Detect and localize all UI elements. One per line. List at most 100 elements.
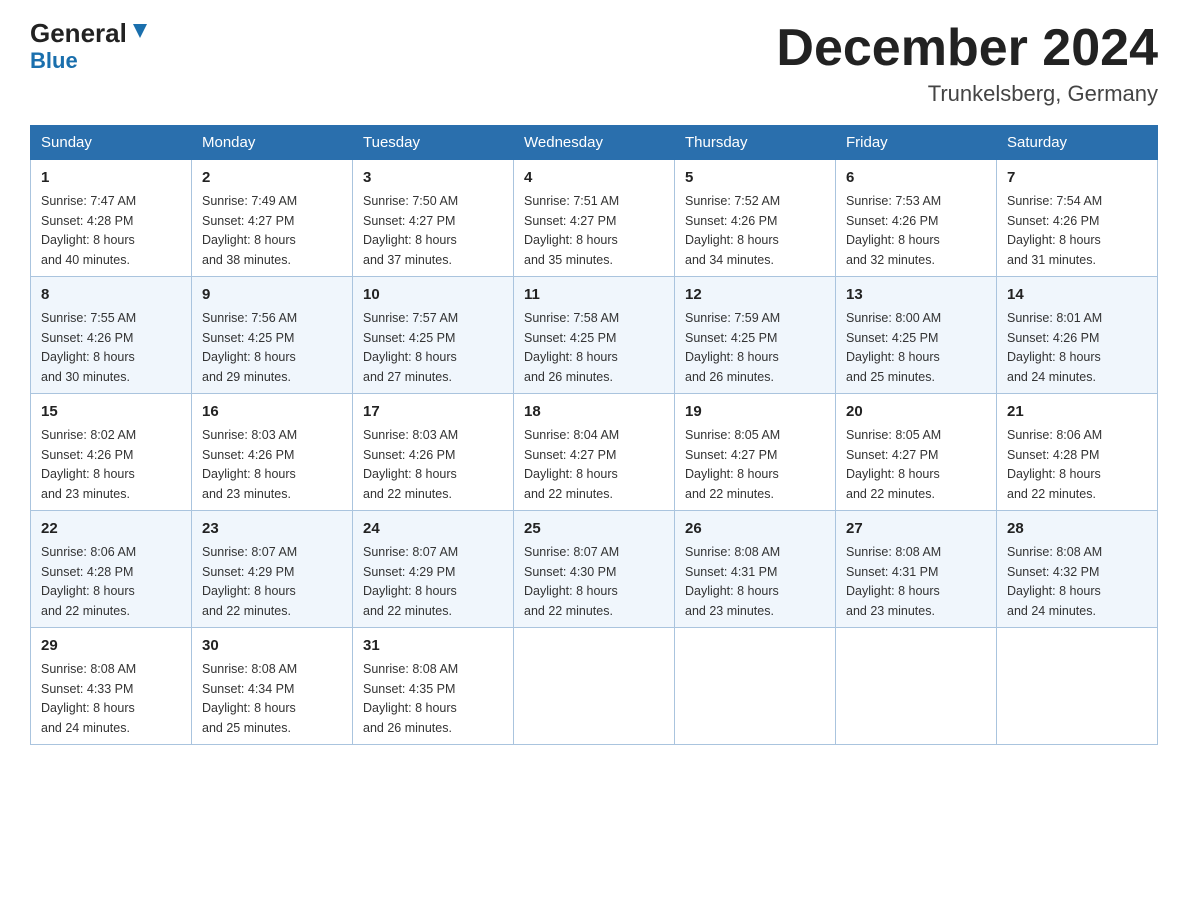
calendar-cell: 27 Sunrise: 8:08 AMSunset: 4:31 PMDayligh… [836,511,997,628]
day-sun-info: Sunrise: 8:06 AMSunset: 4:28 PMDaylight:… [1007,428,1102,501]
logo-general: General [30,20,127,46]
day-sun-info: Sunrise: 7:51 AMSunset: 4:27 PMDaylight:… [524,194,619,267]
day-number: 1 [41,167,181,189]
day-sun-info: Sunrise: 8:06 AMSunset: 4:28 PMDaylight:… [41,545,136,618]
day-of-week-sunday: Sunday [31,126,192,160]
calendar-cell: 20Sunrise: 8:05 AMSunset: 4:27 PMDayligh… [836,394,997,511]
calendar-cell: 22 Sunrise: 8:06 AMSunset: 4:28 PMDayligh… [31,511,192,628]
day-number: 3 [363,167,503,189]
day-number: 8 [41,284,181,306]
calendar-cell [997,628,1158,745]
day-sun-info: Sunrise: 7:54 AMSunset: 4:26 PMDaylight:… [1007,194,1102,267]
day-of-week-monday: Monday [192,126,353,160]
day-number: 4 [524,167,664,189]
day-sun-info: Sunrise: 8:08 AMSunset: 4:35 PMDaylight:… [363,662,458,735]
day-number: 17 [363,401,503,423]
calendar-title-block: December 2024 Trunkelsberg, Germany [776,20,1158,107]
calendar-cell: 3Sunrise: 7:50 AMSunset: 4:27 PMDaylight… [353,160,514,277]
logo-triangle-icon [129,20,151,42]
day-of-week-wednesday: Wednesday [514,126,675,160]
day-sun-info: Sunrise: 8:01 AMSunset: 4:26 PMDaylight:… [1007,311,1102,384]
day-sun-info: Sunrise: 8:04 AMSunset: 4:27 PMDaylight:… [524,428,619,501]
calendar-cell: 4 Sunrise: 7:51 AMSunset: 4:27 PMDaylight… [514,160,675,277]
day-of-week-tuesday: Tuesday [353,126,514,160]
days-of-week-row: SundayMondayTuesdayWednesdayThursdayFrid… [31,126,1158,160]
calendar-cell [836,628,997,745]
day-number: 14 [1007,284,1147,306]
calendar-cell: 24Sunrise: 8:07 AMSunset: 4:29 PMDayligh… [353,511,514,628]
calendar-cell: 15 Sunrise: 8:02 AMSunset: 4:26 PMDayligh… [31,394,192,511]
calendar-cell: 2Sunrise: 7:49 AMSunset: 4:27 PMDaylight… [192,160,353,277]
day-number: 16 [202,401,342,423]
day-sun-info: Sunrise: 7:53 AMSunset: 4:26 PMDaylight:… [846,194,941,267]
calendar-cell: 7 Sunrise: 7:54 AMSunset: 4:26 PMDaylight… [997,160,1158,277]
day-sun-info: Sunrise: 8:08 AMSunset: 4:32 PMDaylight:… [1007,545,1102,618]
calendar-week-row: 29 Sunrise: 8:08 AMSunset: 4:33 PMDayligh… [31,628,1158,745]
calendar-cell: 11 Sunrise: 7:58 AMSunset: 4:25 PMDayligh… [514,277,675,394]
calendar-cell [675,628,836,745]
calendar-week-row: 8 Sunrise: 7:55 AMSunset: 4:26 PMDaylight… [31,277,1158,394]
calendar-week-row: 15 Sunrise: 8:02 AMSunset: 4:26 PMDayligh… [31,394,1158,511]
day-number: 22 [41,518,181,540]
day-number: 10 [363,284,503,306]
day-number: 6 [846,167,986,189]
calendar-cell: 26Sunrise: 8:08 AMSunset: 4:31 PMDayligh… [675,511,836,628]
day-sun-info: Sunrise: 8:08 AMSunset: 4:33 PMDaylight:… [41,662,136,735]
calendar-cell: 19Sunrise: 8:05 AMSunset: 4:27 PMDayligh… [675,394,836,511]
day-sun-info: Sunrise: 7:58 AMSunset: 4:25 PMDaylight:… [524,311,619,384]
day-sun-info: Sunrise: 7:56 AMSunset: 4:25 PMDaylight:… [202,311,297,384]
day-number: 31 [363,635,503,657]
day-of-week-thursday: Thursday [675,126,836,160]
calendar-cell: 30 Sunrise: 8:08 AMSunset: 4:34 PMDayligh… [192,628,353,745]
day-sun-info: Sunrise: 7:52 AMSunset: 4:26 PMDaylight:… [685,194,780,267]
day-sun-info: Sunrise: 7:57 AMSunset: 4:25 PMDaylight:… [363,311,458,384]
day-number: 29 [41,635,181,657]
day-sun-info: Sunrise: 7:55 AMSunset: 4:26 PMDaylight:… [41,311,136,384]
calendar-cell: 6 Sunrise: 7:53 AMSunset: 4:26 PMDaylight… [836,160,997,277]
day-number: 11 [524,284,664,306]
calendar-cell: 18 Sunrise: 8:04 AMSunset: 4:27 PMDayligh… [514,394,675,511]
day-sun-info: Sunrise: 7:59 AMSunset: 4:25 PMDaylight:… [685,311,780,384]
logo: General Blue [30,20,151,74]
day-sun-info: Sunrise: 8:08 AMSunset: 4:31 PMDaylight:… [846,545,941,618]
day-number: 26 [685,518,825,540]
day-sun-info: Sunrise: 8:05 AMSunset: 4:27 PMDaylight:… [846,428,941,501]
day-number: 24 [363,518,503,540]
day-number: 15 [41,401,181,423]
day-number: 5 [685,167,825,189]
day-sun-info: Sunrise: 7:47 AMSunset: 4:28 PMDaylight:… [41,194,136,267]
calendar-cell: 28Sunrise: 8:08 AMSunset: 4:32 PMDayligh… [997,511,1158,628]
calendar-cell: 10 Sunrise: 7:57 AMSunset: 4:25 PMDayligh… [353,277,514,394]
day-of-week-friday: Friday [836,126,997,160]
calendar-cell: 29 Sunrise: 8:08 AMSunset: 4:33 PMDayligh… [31,628,192,745]
page-header: General Blue December 2024 Trunkelsberg,… [30,20,1158,107]
calendar-cell: 13Sunrise: 8:00 AMSunset: 4:25 PMDayligh… [836,277,997,394]
calendar-location: Trunkelsberg, Germany [776,81,1158,107]
calendar-cell: 16Sunrise: 8:03 AMSunset: 4:26 PMDayligh… [192,394,353,511]
calendar-table: SundayMondayTuesdayWednesdayThursdayFrid… [30,125,1158,745]
calendar-cell: 31 Sunrise: 8:08 AMSunset: 4:35 PMDayligh… [353,628,514,745]
calendar-cell: 8 Sunrise: 7:55 AMSunset: 4:26 PMDaylight… [31,277,192,394]
calendar-cell: 21 Sunrise: 8:06 AMSunset: 4:28 PMDayligh… [997,394,1158,511]
calendar-cell: 14 Sunrise: 8:01 AMSunset: 4:26 PMDayligh… [997,277,1158,394]
day-number: 18 [524,401,664,423]
day-sun-info: Sunrise: 8:08 AMSunset: 4:34 PMDaylight:… [202,662,297,735]
day-number: 9 [202,284,342,306]
day-number: 19 [685,401,825,423]
calendar-cell: 12Sunrise: 7:59 AMSunset: 4:25 PMDayligh… [675,277,836,394]
day-sun-info: Sunrise: 8:07 AMSunset: 4:29 PMDaylight:… [202,545,297,618]
day-number: 13 [846,284,986,306]
calendar-cell: 23 Sunrise: 8:07 AMSunset: 4:29 PMDayligh… [192,511,353,628]
calendar-header: SundayMondayTuesdayWednesdayThursdayFrid… [31,126,1158,160]
day-number: 21 [1007,401,1147,423]
calendar-cell [514,628,675,745]
calendar-cell: 1 Sunrise: 7:47 AMSunset: 4:28 PMDaylight… [31,160,192,277]
day-sun-info: Sunrise: 8:02 AMSunset: 4:26 PMDaylight:… [41,428,136,501]
day-of-week-saturday: Saturday [997,126,1158,160]
day-number: 23 [202,518,342,540]
day-number: 25 [524,518,664,540]
day-sun-info: Sunrise: 8:07 AMSunset: 4:30 PMDaylight:… [524,545,619,618]
day-number: 27 [846,518,986,540]
day-number: 30 [202,635,342,657]
day-number: 7 [1007,167,1147,189]
